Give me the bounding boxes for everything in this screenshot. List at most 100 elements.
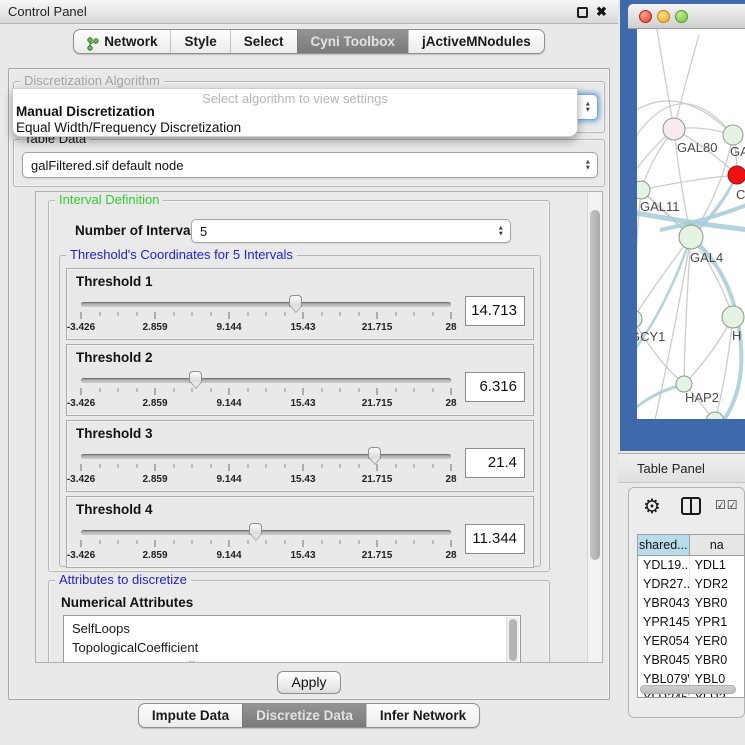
table-row[interactable]: YBR045CYBR0 [638,651,744,670]
threshold-label: Threshold 4 [76,502,153,517]
cell-shared-name[interactable]: YDL19... [638,556,690,575]
tick-mark [99,388,100,392]
cell-shared-name[interactable]: YDR27... [638,575,690,594]
cell-name[interactable]: YER0 [690,632,744,651]
tab-infer-network-label: Infer Network [380,704,466,727]
tick-mark [247,388,248,392]
dropdown-option-equal-width[interactable]: Equal Width/Frequency Discretization [13,120,577,136]
tick-mark [118,464,119,468]
table-row[interactable]: YDR27...YDR2 [638,575,744,594]
network-node[interactable] [723,125,743,145]
tab-discretize-data[interactable]: Discretize Data [242,704,366,727]
close-icon[interactable]: ✖ [596,4,607,20]
zoom-traffic-light-icon[interactable] [675,10,688,23]
threshold-value-field[interactable]: 21.4 [465,448,525,478]
threshold-value-field[interactable]: 11.344 [465,524,525,554]
discretization-algorithm-label: Discretization Algorithm [20,73,164,88]
slider-track[interactable] [81,378,451,383]
column-header-shared-name[interactable]: shared... [638,535,690,555]
table-hscrollbar-thumb[interactable] [640,685,736,694]
tick-mark [284,540,285,544]
slider-thumb[interactable] [189,371,202,383]
slider-track[interactable] [81,530,451,535]
tab-infer-network[interactable]: Infer Network [366,704,479,727]
network-edge[interactable] [641,175,737,190]
column-header-name[interactable]: na [690,535,744,555]
columns-icon[interactable] [681,497,701,515]
tab-select[interactable]: Select [230,30,297,53]
numerical-attributes-list[interactable]: SelfLoopsTopologicalCoefficientBetweenne… [63,615,521,663]
cell-name[interactable]: YPR1 [690,613,744,632]
tick-mark [229,388,230,395]
minimize-traffic-light-icon[interactable] [657,10,670,23]
attribute-list-item[interactable]: BetweennessCentrality [72,657,520,663]
cell-name[interactable]: YBR0 [690,594,744,613]
numerical-attributes-label: Numerical Attributes [61,595,193,610]
float-window-icon[interactable] [577,7,588,18]
tab-impute-data[interactable]: Impute Data [139,704,242,727]
tick-label: 21.715 [362,474,393,485]
interval-definition-group: Interval Definition Number of Intervals … [48,200,550,572]
tab-network[interactable]: Network [74,30,170,53]
table-row[interactable]: YER054CYER0 [638,632,744,651]
network-edge[interactable] [691,237,733,317]
network-tab-icon [87,35,99,49]
cell-name[interactable]: YDL1 [690,556,744,575]
cell-shared-name[interactable]: YPR145W [638,613,690,632]
tick-mark [358,540,359,544]
network-edge[interactable] [657,29,674,129]
table-data-combobox[interactable]: galFiltered.sif default node ▲▼ [22,152,598,178]
attributes-group: Attributes to discretize Numerical Attri… [48,580,550,663]
network-node[interactable] [663,118,685,140]
gear-icon[interactable]: ⚙ [643,494,661,519]
apply-button[interactable]: Apply [277,671,341,694]
network-edge[interactable] [674,35,699,129]
tab-jactivemnodules[interactable]: jActiveMNodules [408,30,544,53]
network-node[interactable] [728,166,745,184]
number-of-intervals-combobox[interactable]: 5 ▲▼ [191,219,511,243]
threshold-value-field[interactable]: 6.316 [465,372,525,402]
table-row[interactable]: YDL19...YDL1 [638,556,744,575]
network-edge[interactable] [723,347,741,419]
slider-tick-labels: -3.4262.8599.14415.4321.71528 [81,398,451,410]
threshold-value-field[interactable]: 14.713 [465,296,525,326]
network-node[interactable] [679,225,703,249]
slider-thumb[interactable] [368,447,381,459]
threshold-slider[interactable]: -3.4262.8599.14415.4321.71528 [79,370,453,412]
slider-track[interactable] [81,454,451,459]
tick-mark [377,540,378,547]
threshold-slider[interactable]: -3.4262.8599.14415.4321.71528 [79,522,453,564]
attribute-list-item[interactable]: TopologicalCoefficient [72,638,520,657]
network-view-window[interactable]: GAL80GACGAL11GAL4GCY1HHAP2 [620,0,745,451]
network-node[interactable] [637,310,642,328]
node-table[interactable]: shared... na YDL19...YDL1YDR27...YDR2YBR… [637,534,745,698]
slider-thumb[interactable] [249,523,262,535]
cell-name[interactable]: YDR2 [690,575,744,594]
checkbox-icons[interactable]: ☑☑ [715,498,739,512]
network-node[interactable] [637,181,650,199]
threshold-slider[interactable]: -3.4262.8599.14415.4321.71528 [79,446,453,488]
tab-cyni-toolbox[interactable]: Cyni Toolbox [297,30,409,53]
network-edge[interactable] [637,386,679,415]
table-row[interactable]: YBR043CYBR0 [638,594,744,613]
table-row[interactable]: YPR145WYPR1 [638,613,744,632]
close-traffic-light-icon[interactable] [639,10,652,23]
table-panel-strip: Table Panel [618,453,745,483]
slider-track[interactable] [81,302,451,307]
network-node[interactable] [722,306,744,328]
tab-style[interactable]: Style [170,30,229,53]
attributes-scrollbar-thumb[interactable] [509,619,517,661]
dropdown-option-manual[interactable]: Manual Discretization [13,104,577,120]
threshold-slider[interactable]: -3.4262.8599.14415.4321.71528 [79,294,453,336]
slider-thumb[interactable] [289,295,302,307]
cell-shared-name[interactable]: YBR045C [638,651,690,670]
tick-label: 9.144 [216,322,241,333]
cell-name[interactable]: YBR0 [690,651,744,670]
main-scrollbar-thumb[interactable] [590,210,600,560]
cell-shared-name[interactable]: YER054C [638,632,690,651]
network-canvas[interactable]: GAL80GACGAL11GAL4GCY1HHAP2 [637,29,745,419]
network-edge[interactable] [637,237,691,319]
attribute-list-item[interactable]: SelfLoops [72,619,520,638]
slider-ticks [81,464,451,472]
cell-shared-name[interactable]: YBR043C [638,594,690,613]
